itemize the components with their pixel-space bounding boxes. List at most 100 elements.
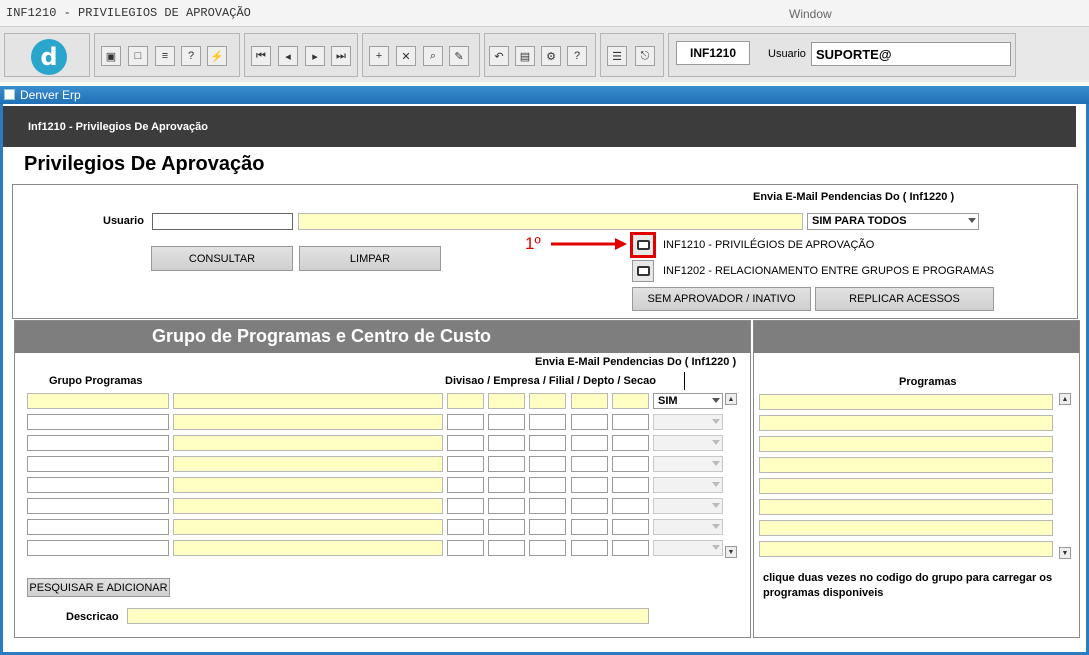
org-level-cell-1[interactable] xyxy=(447,435,484,451)
window-menu[interactable]: Window xyxy=(789,7,832,21)
programas-scrollbar[interactable]: ▲ ▼ xyxy=(1059,393,1071,559)
descricao-field[interactable] xyxy=(127,608,649,624)
org-level-cell-4[interactable] xyxy=(571,519,608,535)
org-level-cell-1[interactable] xyxy=(447,414,484,430)
grupo-code-cell[interactable] xyxy=(27,435,169,451)
org-level-cell-2[interactable] xyxy=(488,393,525,409)
org-level-cell-1[interactable] xyxy=(447,540,484,556)
grupo-email-select[interactable]: SIM xyxy=(653,393,723,409)
grupo-code-cell[interactable] xyxy=(27,477,169,493)
programa-cell[interactable] xyxy=(759,415,1053,431)
clipboard-icon[interactable]: ▤ xyxy=(515,46,535,66)
clear-icon[interactable]: ✎ xyxy=(449,46,469,66)
org-level-cell-5[interactable] xyxy=(612,414,649,430)
previous-record-icon[interactable]: ◂ xyxy=(278,46,298,66)
next-record-icon[interactable]: ▸ xyxy=(305,46,325,66)
grupo-email-select[interactable] xyxy=(653,477,723,493)
org-level-cell-3[interactable] xyxy=(529,414,566,430)
grupo-desc-cell[interactable] xyxy=(173,393,443,409)
scroll-up-icon[interactable]: ▲ xyxy=(725,393,737,405)
org-level-cell-2[interactable] xyxy=(488,519,525,535)
insert-record-icon[interactable]: + xyxy=(369,46,389,66)
scroll-up-icon[interactable]: ▲ xyxy=(1059,393,1071,405)
scroll-track[interactable] xyxy=(1059,405,1071,547)
grupo-desc-cell[interactable] xyxy=(173,435,443,451)
sem-aprovador-button[interactable]: SEM APROVADOR / INATIVO xyxy=(632,287,811,311)
replicar-acessos-button[interactable]: REPLICAR ACESSOS xyxy=(815,287,994,311)
last-record-icon[interactable]: ⏭ xyxy=(331,46,351,66)
scroll-down-icon[interactable]: ▼ xyxy=(725,546,737,558)
grupo-email-select[interactable] xyxy=(653,456,723,472)
grupo-code-cell[interactable] xyxy=(27,498,169,514)
grupo-code-cell[interactable] xyxy=(27,414,169,430)
grupo-email-select[interactable] xyxy=(653,519,723,535)
grupo-email-select[interactable] xyxy=(653,435,723,451)
org-level-cell-5[interactable] xyxy=(612,435,649,451)
org-level-cell-5[interactable] xyxy=(612,393,649,409)
usuario-name-input[interactable] xyxy=(298,213,803,230)
consultar-button[interactable]: CONSULTAR xyxy=(151,246,293,271)
grupo-code-cell[interactable] xyxy=(27,456,169,472)
grupo-email-select[interactable] xyxy=(653,498,723,514)
org-level-cell-4[interactable] xyxy=(571,456,608,472)
org-level-cell-2[interactable] xyxy=(488,456,525,472)
org-level-cell-1[interactable] xyxy=(447,393,484,409)
search-record-icon[interactable]: ⌕ xyxy=(423,46,443,66)
query-icon[interactable]: ? xyxy=(181,46,201,66)
org-level-cell-1[interactable] xyxy=(447,477,484,493)
help-icon[interactable]: ? xyxy=(567,46,587,66)
org-level-cell-2[interactable] xyxy=(488,498,525,514)
org-level-cell-3[interactable] xyxy=(529,498,566,514)
menu-icon[interactable]: ☰ xyxy=(607,46,627,66)
grupo-desc-cell[interactable] xyxy=(173,414,443,430)
scroll-down-icon[interactable]: ▼ xyxy=(1059,547,1071,559)
org-level-cell-4[interactable] xyxy=(571,477,608,493)
org-level-cell-4[interactable] xyxy=(571,435,608,451)
org-level-cell-3[interactable] xyxy=(529,456,566,472)
org-level-cell-1[interactable] xyxy=(447,519,484,535)
grupo-code-cell[interactable] xyxy=(27,393,169,409)
org-level-cell-3[interactable] xyxy=(529,477,566,493)
programa-cell[interactable] xyxy=(759,436,1053,452)
grupo-code-cell[interactable] xyxy=(27,519,169,535)
print-icon[interactable]: ≡ xyxy=(155,46,175,66)
org-level-cell-3[interactable] xyxy=(529,540,566,556)
org-level-cell-5[interactable] xyxy=(612,477,649,493)
delete-record-icon[interactable]: ✕ xyxy=(396,46,416,66)
programa-cell[interactable] xyxy=(759,541,1053,557)
report2-print-button[interactable] xyxy=(632,260,654,282)
org-level-cell-4[interactable] xyxy=(571,540,608,556)
grupo-desc-cell[interactable] xyxy=(173,477,443,493)
report1-print-button[interactable] xyxy=(630,232,656,258)
grupo-desc-cell[interactable] xyxy=(173,519,443,535)
org-level-cell-2[interactable] xyxy=(488,435,525,451)
usuario-code-input[interactable] xyxy=(152,213,293,230)
grupo-desc-cell[interactable] xyxy=(173,540,443,556)
undo-icon[interactable]: ↶ xyxy=(489,46,509,66)
programa-cell[interactable] xyxy=(759,394,1053,410)
org-level-cell-5[interactable] xyxy=(612,519,649,535)
execute-query-icon[interactable]: ⚡ xyxy=(207,46,227,66)
tools-icon[interactable]: ⚙ xyxy=(541,46,561,66)
pesquisar-adicionar-button[interactable]: PESQUISAR E ADICIONAR xyxy=(27,578,170,597)
org-level-cell-4[interactable] xyxy=(571,393,608,409)
email-select[interactable]: SIM PARA TODOS xyxy=(807,213,979,230)
org-level-cell-3[interactable] xyxy=(529,435,566,451)
window-icon[interactable]: □ xyxy=(128,46,148,66)
grupo-desc-cell[interactable] xyxy=(173,456,443,472)
org-level-cell-3[interactable] xyxy=(529,393,566,409)
programa-cell[interactable] xyxy=(759,520,1053,536)
first-record-icon[interactable]: ⏮ xyxy=(251,46,271,66)
programa-cell[interactable] xyxy=(759,499,1053,515)
org-level-cell-4[interactable] xyxy=(571,414,608,430)
grupo-scrollbar[interactable]: ▲ ▼ xyxy=(725,393,737,558)
save-icon[interactable]: ▣ xyxy=(101,46,121,66)
programa-cell[interactable] xyxy=(759,478,1053,494)
grupo-email-select[interactable] xyxy=(653,414,723,430)
org-level-cell-2[interactable] xyxy=(488,414,525,430)
grupo-desc-cell[interactable] xyxy=(173,498,443,514)
grupo-code-cell[interactable] xyxy=(27,540,169,556)
org-level-cell-2[interactable] xyxy=(488,540,525,556)
org-level-cell-4[interactable] xyxy=(571,498,608,514)
org-level-cell-5[interactable] xyxy=(612,540,649,556)
